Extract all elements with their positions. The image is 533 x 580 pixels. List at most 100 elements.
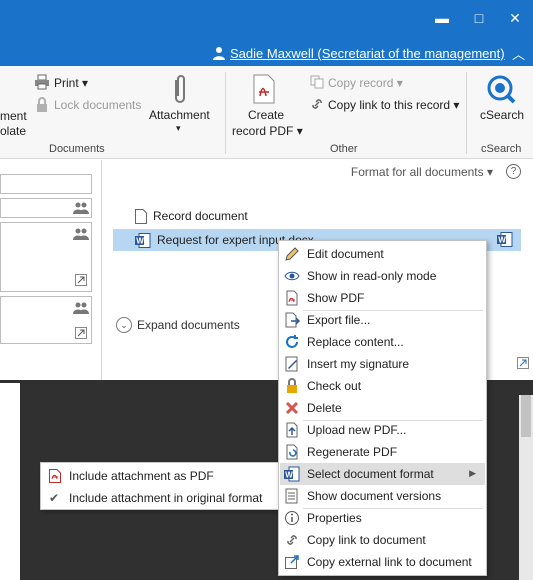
- scrollbar-thumb[interactable]: [521, 395, 531, 437]
- minimize-button[interactable]: ▬: [433, 9, 451, 27]
- copy-record-button[interactable]: Copy record ▾: [328, 76, 403, 90]
- close-button[interactable]: ✕: [506, 9, 524, 27]
- document-row-record[interactable]: Record document: [135, 205, 248, 227]
- menu-item-upload-pdf[interactable]: Upload new PDF...: [280, 419, 485, 441]
- delete-icon: [284, 400, 300, 416]
- menu-item-properties[interactable]: Properties: [280, 507, 485, 529]
- checkmark-icon: ✔: [49, 491, 60, 505]
- create-record-pdf-label-1[interactable]: Create: [248, 108, 284, 122]
- form-field-people-multiline[interactable]: [0, 296, 92, 344]
- create-pdf-icon: [253, 74, 275, 104]
- format-all-documents-dropdown[interactable]: Format for all documents ▾: [351, 165, 493, 179]
- pdf-file-icon: [284, 290, 300, 306]
- menu-item-label: Upload new PDF...: [307, 423, 407, 437]
- menu-item-label: Copy external link to document: [307, 555, 472, 569]
- people-icon[interactable]: [73, 228, 89, 240]
- form-field[interactable]: [0, 174, 92, 194]
- expand-field-icon[interactable]: [75, 327, 87, 339]
- menu-item-label: Delete: [307, 401, 342, 415]
- menu-item-insert-signature[interactable]: Insert my signature: [280, 353, 485, 375]
- menu-item-label: Export file...: [307, 313, 371, 327]
- user-name-link[interactable]: Sadie Maxwell (Secretariat of the manage…: [230, 46, 505, 61]
- viewer-page: [0, 383, 20, 580]
- menu-item-regenerate-pdf[interactable]: Regenerate PDF: [280, 441, 485, 463]
- print-label: Print: [54, 76, 79, 90]
- menu-item-delete[interactable]: Delete: [280, 397, 485, 419]
- ribbon-cut-label-1[interactable]: ment: [0, 109, 27, 123]
- copy-link-record-label: Copy link to this record: [328, 98, 451, 112]
- menu-item-copy-link[interactable]: Copy link to document: [280, 529, 485, 551]
- menu-item-label: Properties: [307, 511, 362, 525]
- group-label-other: Other: [330, 143, 358, 155]
- csearch-icon: [487, 75, 516, 104]
- menu-item-replace-content[interactable]: Replace content...: [280, 331, 485, 353]
- copy-record-icon: [310, 75, 324, 89]
- menu-item-read-only[interactable]: Show in read-only mode: [280, 265, 485, 287]
- format-all-label: Format for all documents: [350, 165, 484, 179]
- maximize-button[interactable]: □: [470, 9, 488, 27]
- form-field-people[interactable]: [0, 198, 92, 218]
- versions-icon: [284, 488, 300, 504]
- word-format-icon[interactable]: W: [497, 232, 513, 247]
- viewer-scrollbar[interactable]: [519, 395, 533, 580]
- menu-item-export[interactable]: Export file...: [280, 309, 485, 331]
- menu-item-label: Show in read-only mode: [307, 269, 437, 283]
- link-icon: [284, 532, 300, 548]
- menu-item-label: Regenerate PDF: [307, 445, 398, 459]
- menu-item-select-document-format[interactable]: W Select document format ▶: [280, 463, 485, 485]
- ribbon-cut-label-2[interactable]: olate: [0, 124, 26, 138]
- pdf-icon: [49, 469, 61, 483]
- popout-icon[interactable]: [517, 357, 529, 369]
- form-field-people-multiline[interactable]: [0, 222, 92, 292]
- attachment-original-item[interactable]: ✔ Include attachment in original format: [41, 487, 279, 509]
- csearch-button[interactable]: cSearch: [480, 108, 524, 122]
- attachment-as-pdf-item[interactable]: Include attachment as PDF: [41, 465, 279, 487]
- user-icon: [213, 47, 225, 60]
- expand-documents-button[interactable]: ⌄ Expand documents: [116, 317, 240, 333]
- copy-record-label: Copy record: [328, 76, 394, 90]
- info-icon: [284, 510, 300, 526]
- help-icon[interactable]: ?: [506, 164, 521, 179]
- attachment-dropdown-icon[interactable]: ▾: [176, 123, 181, 134]
- attachment-button[interactable]: Attachment: [149, 108, 210, 122]
- menu-item-copy-external-link[interactable]: Copy external link to document: [280, 551, 485, 573]
- people-icon[interactable]: [73, 302, 89, 314]
- expand-field-icon[interactable]: [75, 274, 87, 286]
- svg-text:W: W: [285, 471, 293, 480]
- people-icon[interactable]: [73, 202, 89, 214]
- document-icon: [135, 208, 147, 224]
- printer-icon: [35, 74, 49, 90]
- link-icon: [312, 99, 322, 109]
- attachment-original-label: Include attachment in original format: [69, 491, 263, 505]
- title-bar: ▬ □ ✕ Sadie Maxwell (Secretariat of the …: [0, 0, 533, 66]
- attachment-menu: Include attachment as PDF ✔ Include atta…: [40, 462, 280, 510]
- menu-item-label: Show document versions: [307, 489, 442, 503]
- user-account[interactable]: Sadie Maxwell (Secretariat of the manage…: [212, 44, 505, 62]
- signature-icon: [284, 356, 300, 372]
- eye-icon: [284, 268, 300, 284]
- ribbon-separator: [225, 72, 226, 154]
- ribbon-separator: [466, 72, 467, 154]
- word-icon: W: [135, 232, 151, 248]
- group-label-csearch: cSearch: [481, 143, 522, 155]
- copy-link-record-button[interactable]: Copy link to this record ▾: [328, 98, 459, 112]
- lock-documents-button[interactable]: Lock documents: [54, 98, 141, 112]
- menu-item-edit-document[interactable]: Edit document: [280, 243, 485, 265]
- create-record-pdf-button[interactable]: record PDF ▾: [232, 124, 303, 138]
- expand-documents-label: Expand documents: [137, 318, 240, 332]
- menu-item-label: Copy link to document: [307, 533, 426, 547]
- menu-item-check-out[interactable]: Check out: [280, 375, 485, 397]
- menu-item-label: Show PDF: [307, 291, 365, 305]
- menu-item-show-pdf[interactable]: Show PDF: [280, 287, 485, 309]
- menu-item-label: Insert my signature: [307, 357, 410, 371]
- group-label-documents: Documents: [49, 143, 105, 155]
- paperclip-icon: [175, 75, 185, 103]
- menu-item-label: Check out: [307, 379, 362, 393]
- pencil-icon: [284, 246, 300, 262]
- collapse-ribbon-icon[interactable]: ︿: [512, 44, 525, 63]
- menu-item-show-versions[interactable]: Show document versions: [280, 485, 485, 507]
- print-button[interactable]: Print ▾: [54, 76, 88, 90]
- create-record-pdf-label-2: record PDF: [232, 124, 294, 138]
- svg-text:W: W: [136, 236, 144, 245]
- record-document-label: Record document: [153, 209, 248, 223]
